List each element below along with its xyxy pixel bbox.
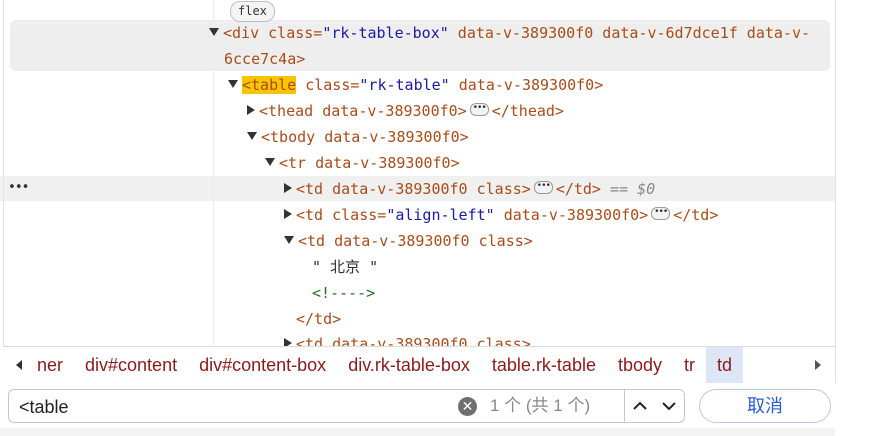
gutter-divider bbox=[213, 0, 214, 346]
tag-open: <td data-v-389300f0 class> bbox=[296, 335, 531, 346]
panel-right-border bbox=[835, 0, 836, 436]
node-thead[interactable]: <thead data-v-389300f0> ••• </thead> bbox=[247, 98, 564, 124]
tag-close-bracket: > bbox=[296, 50, 306, 68]
search-box: ✕ 1 个 (共 1 个) bbox=[8, 389, 625, 424]
expand-triangle-right-icon[interactable] bbox=[247, 104, 255, 115]
search-match-highlight: <table bbox=[242, 76, 297, 94]
chevron-down-icon bbox=[662, 402, 676, 411]
breadcrumb-item[interactable]: tr bbox=[673, 347, 706, 383]
tag-open: <div bbox=[223, 24, 260, 42]
breadcrumb-item[interactable]: ner bbox=[37, 347, 74, 383]
breadcrumb-item[interactable]: table.rk-table bbox=[481, 347, 607, 383]
tag-close: </thead> bbox=[491, 102, 564, 120]
collapsed-ellipsis-button[interactable]: ••• bbox=[469, 103, 489, 116]
tag-open: <td bbox=[296, 206, 324, 224]
breadcrumb-scroll-left-button[interactable] bbox=[6, 347, 32, 383]
comment-node[interactable]: <!----> bbox=[312, 280, 375, 306]
tag-open: <td data-v-389300f0 class> bbox=[298, 232, 533, 250]
breadcrumb-items: ner div#content div#content-box div.rk-t… bbox=[37, 347, 744, 383]
tag-open: <thead data-v-389300f0> bbox=[259, 102, 467, 120]
node-tbody[interactable]: <tbody data-v-389300f0> bbox=[247, 124, 469, 150]
collapsed-ellipsis-button[interactable]: ••• bbox=[651, 207, 671, 220]
expand-triangle-down-icon[interactable] bbox=[284, 235, 294, 244]
match-count: 1 个 (共 1 个) bbox=[490, 396, 591, 415]
node-td-align-left[interactable]: <td class="align-left" data-v-389300f0> •… bbox=[284, 202, 718, 228]
breadcrumb-scroll-right-button[interactable] bbox=[805, 347, 831, 383]
attr-value: "rk-table" bbox=[359, 76, 450, 94]
tag-open: <tr data-v-389300f0> bbox=[279, 154, 460, 172]
expand-triangle-down-icon[interactable] bbox=[247, 131, 257, 140]
chevron-right-icon bbox=[815, 360, 821, 370]
chevron-left-icon bbox=[16, 360, 22, 370]
tag-close: </td> bbox=[673, 206, 719, 224]
attr-rest: data-v-389300f0> bbox=[494, 206, 649, 224]
breadcrumb-item-active[interactable]: td bbox=[706, 347, 744, 383]
clear-icon[interactable]: ✕ bbox=[458, 397, 477, 416]
attr-name: class= bbox=[296, 76, 360, 94]
text-node-content: " 北京 " bbox=[312, 258, 379, 276]
bottom-strip bbox=[0, 428, 835, 436]
tag-close: </td> bbox=[296, 310, 342, 328]
cancel-button[interactable]: 取消 bbox=[699, 389, 831, 423]
node-tr[interactable]: <tr data-v-389300f0> bbox=[265, 150, 460, 176]
expand-triangle-down-icon[interactable] bbox=[228, 79, 238, 88]
attr-rest: data-v-389300f0> bbox=[449, 76, 604, 94]
expand-triangle-right-icon[interactable] bbox=[284, 208, 292, 219]
breadcrumb-item[interactable]: div.rk-table-box bbox=[337, 347, 481, 383]
attr-rest: data-v-389300f0 data-v-6d7dce1f data-v- bbox=[448, 24, 811, 42]
attr-name: class= bbox=[259, 24, 323, 42]
breadcrumb-item[interactable]: div#content bbox=[74, 347, 188, 383]
tag-open: <td data-v-389300f0 class> bbox=[296, 180, 531, 198]
expand-triangle-down-icon[interactable] bbox=[209, 27, 219, 36]
node-div-rk-table-box-wrap: 6cce7c4a> bbox=[224, 46, 305, 72]
panel-left-border bbox=[3, 0, 4, 346]
attr-value: "rk-table-box" bbox=[322, 24, 449, 42]
next-match-button[interactable] bbox=[654, 389, 685, 423]
node-td-selected[interactable]: <td data-v-389300f0 class> ••• </td> == $0 bbox=[284, 176, 655, 202]
node-td-close[interactable]: </td> bbox=[296, 306, 341, 332]
flex-badge[interactable]: flex bbox=[230, 1, 275, 22]
attr-name: class= bbox=[323, 206, 387, 224]
text-node[interactable]: " 北京 " bbox=[312, 254, 378, 280]
expand-triangle-down-icon[interactable] bbox=[265, 157, 275, 166]
breadcrumb: ner div#content div#content-box div.rk-t… bbox=[3, 346, 835, 384]
attr-rest: 6cce7c4a bbox=[224, 50, 297, 68]
elements-tree-panel: flex <div class="rk-table-box" data-v-38… bbox=[0, 0, 836, 346]
collapsed-ellipsis-button[interactable]: ••• bbox=[533, 181, 553, 194]
breadcrumb-item[interactable]: tbody bbox=[607, 347, 673, 383]
expand-triangle-right-icon[interactable] bbox=[284, 337, 292, 346]
row-more-dots[interactable]: ••• bbox=[8, 180, 30, 195]
expand-triangle-right-icon[interactable] bbox=[284, 182, 292, 193]
selected-node-marker: == $0 bbox=[600, 180, 656, 198]
tag-open: <tbody data-v-389300f0> bbox=[261, 128, 469, 146]
previous-match-button[interactable] bbox=[624, 389, 656, 423]
node-table-rk-table[interactable]: <table class="rk-table" data-v-389300f0> bbox=[228, 72, 603, 98]
search-input[interactable] bbox=[17, 390, 451, 424]
node-td-next[interactable]: <td data-v-389300f0 class> bbox=[284, 331, 531, 346]
node-div-rk-table-box[interactable]: <div class="rk-table-box" data-v-389300f… bbox=[209, 20, 810, 46]
tag-close: </td> bbox=[555, 180, 601, 198]
breadcrumb-item[interactable]: div#content-box bbox=[188, 347, 337, 383]
node-td-expanded[interactable]: <td data-v-389300f0 class> bbox=[284, 228, 533, 254]
comment-node-content: <!----> bbox=[312, 284, 376, 302]
attr-value: "align-left" bbox=[386, 206, 495, 224]
chevron-up-icon bbox=[633, 401, 647, 410]
